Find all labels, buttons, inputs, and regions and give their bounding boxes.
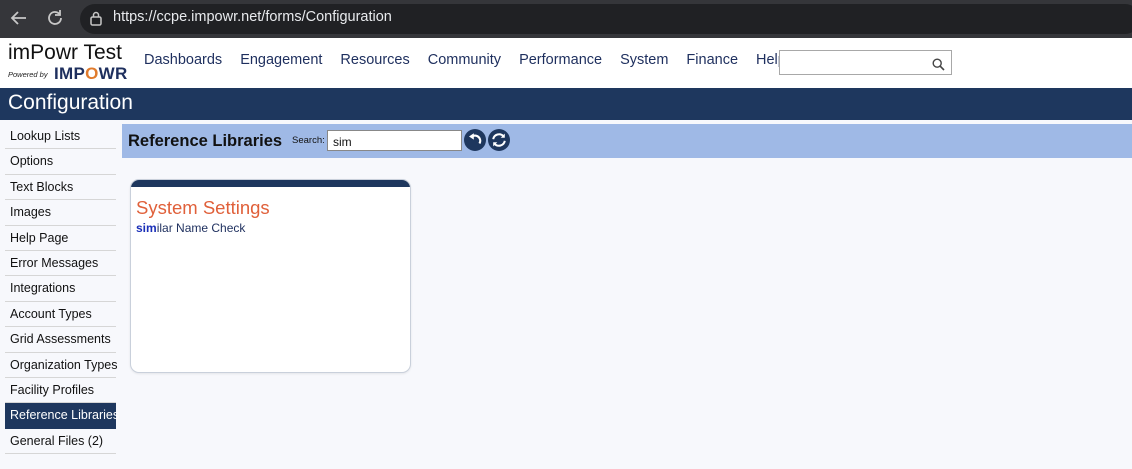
search-label: Search:	[292, 135, 325, 146]
app-header: imPowr Test Powered by IMPOWR Dashboards…	[0, 38, 1132, 88]
logo-brand-o: O	[85, 64, 99, 83]
url-text[interactable]: https://ccpe.impowr.net/forms/Configurat…	[113, 9, 392, 25]
library-search-input[interactable]	[328, 132, 458, 152]
sidebar-item-integrations[interactable]: Integrations	[5, 276, 116, 302]
page-title: Configuration	[8, 91, 133, 114]
sidebar-item-organization-types[interactable]: Organization Types	[5, 353, 117, 378]
back-arrow-icon[interactable]	[8, 8, 30, 30]
sidebar-item-images[interactable]: Images	[5, 200, 116, 226]
sidebar-item-account-types[interactable]: Account Types	[5, 302, 116, 328]
nav-engagement[interactable]: Engagement	[240, 52, 322, 68]
sidebar-item-grid-assessments[interactable]: Grid Assessments	[5, 327, 116, 353]
logo-brand-part: WR	[98, 64, 128, 83]
global-search-input[interactable]	[782, 52, 932, 73]
top-nav: Dashboards Engagement Resources Communit…	[135, 52, 795, 68]
section-title: Reference Libraries	[128, 132, 283, 150]
sidebar-item-lookup-lists[interactable]: Lookup Lists	[5, 124, 116, 150]
sidebar: Lookup Lists Options Text Blocks Images Help…	[5, 124, 119, 455]
nav-dashboards[interactable]: Dashboards	[144, 52, 222, 68]
sidebar-item-options[interactable]: Options	[5, 149, 116, 175]
logo-brand-part: IMP	[54, 64, 86, 83]
refresh-icon[interactable]	[488, 129, 510, 151]
sidebar-item-general-files-2[interactable]: General Files (2)	[5, 429, 116, 455]
browser-toolbar: https://ccpe.impowr.net/forms/Configurat…	[0, 0, 1132, 38]
global-search	[779, 50, 952, 75]
result-card: System Settings similar Name Check	[130, 179, 411, 373]
nav-community[interactable]: Community	[428, 52, 501, 68]
library-search	[327, 130, 462, 152]
app-logo-title[interactable]: imPowr Test	[8, 41, 122, 65]
sidebar-item-reference-libraries[interactable]: Reference Libraries	[5, 403, 119, 429]
undo-icon[interactable]	[464, 129, 486, 151]
result-item[interactable]: similar Name Check	[136, 221, 245, 235]
lock-icon[interactable]	[89, 10, 103, 26]
impowr-logo[interactable]: IMPOWR	[54, 64, 128, 84]
nav-performance[interactable]: Performance	[519, 52, 602, 68]
nav-resources[interactable]: Resources	[340, 52, 409, 68]
sidebar-item-error-messages[interactable]: Error Messages	[5, 251, 116, 277]
sidebar-item-text-blocks[interactable]: Text Blocks	[5, 175, 116, 201]
powered-by-text: Powered by	[8, 70, 48, 79]
page-title-bar: Configuration	[0, 88, 1132, 120]
result-item-text: ilar Name Check	[156, 221, 246, 235]
section-header: Reference Libraries Search:	[122, 124, 1132, 158]
nav-system[interactable]: System	[620, 52, 668, 68]
sidebar-item-help-page[interactable]: Help Page	[5, 226, 116, 251]
card-top-band	[131, 180, 410, 187]
result-group-title: System Settings	[136, 197, 270, 218]
magnifier-icon[interactable]	[932, 56, 945, 71]
nav-finance[interactable]: Finance	[686, 52, 738, 68]
search-match-highlight: sim	[136, 221, 157, 235]
sidebar-item-facility-profiles[interactable]: Facility Profiles	[5, 378, 116, 404]
reload-icon[interactable]	[44, 8, 66, 30]
